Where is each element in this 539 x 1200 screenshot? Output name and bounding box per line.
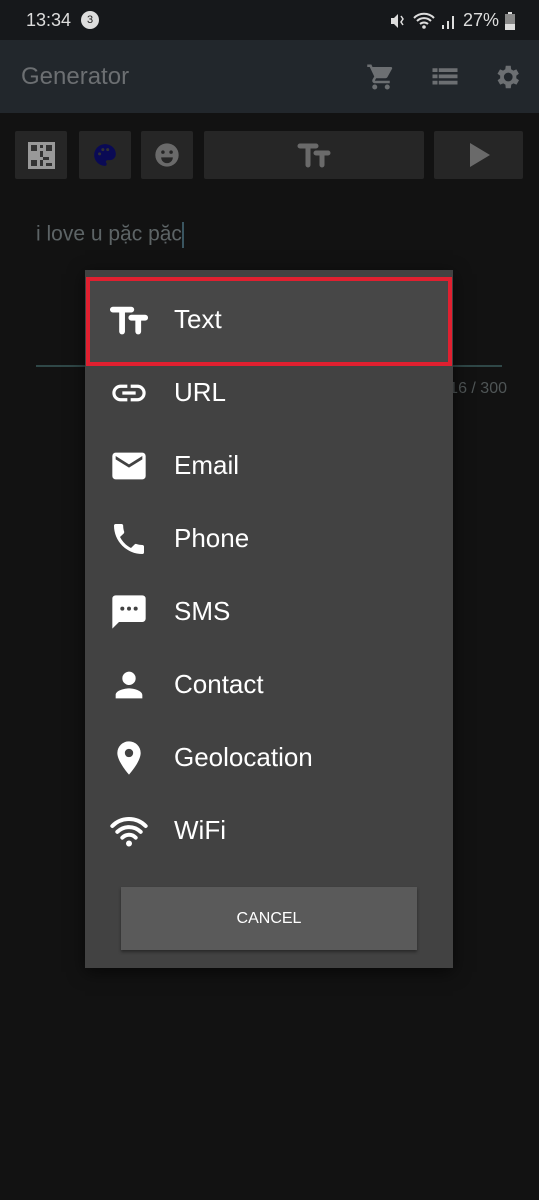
- toolbar: [0, 131, 539, 179]
- menu-item-label: Contact: [174, 669, 264, 699]
- menu-item-sms[interactable]: SMS: [85, 575, 453, 648]
- text-format-icon: [109, 300, 149, 340]
- menu-item-label: Text: [174, 304, 222, 334]
- wifi-status-icon: [413, 12, 435, 29]
- battery-icon: [505, 11, 515, 30]
- app-title: Generator: [21, 63, 130, 90]
- menu-item-label: URL: [174, 377, 227, 407]
- text-input[interactable]: i love u pặc pặc: [36, 222, 184, 248]
- cancel-button[interactable]: CANCEL: [121, 887, 417, 950]
- char-counter: 16 / 300: [449, 380, 507, 397]
- wifi-icon: [109, 811, 149, 851]
- menu-item-url[interactable]: URL: [85, 356, 453, 429]
- color-button[interactable]: [79, 131, 131, 179]
- person-icon: [109, 665, 149, 705]
- list-icon[interactable]: [430, 62, 460, 92]
- status-time: 13:34: [26, 10, 72, 30]
- menu-item-label: Phone: [174, 523, 250, 553]
- sms-icon: [109, 592, 149, 632]
- menu-item-text[interactable]: Text: [85, 283, 453, 356]
- menu-item-label: Geolocation: [174, 742, 313, 772]
- text-format-icon: [297, 143, 331, 168]
- menu-item-phone[interactable]: Phone: [85, 502, 453, 575]
- location-pin-icon: [109, 738, 149, 778]
- menu-item-label: WiFi: [174, 815, 226, 845]
- mute-icon: [390, 13, 404, 28]
- app-bar: Generator: [0, 40, 539, 113]
- menu-item-label: Email: [174, 450, 240, 480]
- text-cursor: [181, 222, 184, 248]
- palette-icon: [94, 144, 116, 166]
- link-icon: [109, 373, 149, 413]
- menu-item-label: SMS: [174, 596, 231, 626]
- qr-code-icon: [27, 141, 55, 169]
- menu-item-email[interactable]: Email: [85, 429, 453, 502]
- play-icon: [469, 143, 490, 167]
- notification-badge: 3: [81, 11, 99, 29]
- qr-code-button[interactable]: [15, 131, 67, 179]
- type-select-button[interactable]: [204, 131, 424, 179]
- email-icon: [109, 446, 149, 486]
- emoji-icon: [155, 143, 179, 167]
- battery-percent: 27%: [462, 10, 499, 30]
- menu-item-contact[interactable]: Contact: [85, 648, 453, 721]
- generate-button[interactable]: [434, 131, 523, 179]
- type-picker-dialog: Text URL Email Phone SMS Contact Geoloca…: [85, 270, 453, 968]
- cart-icon[interactable]: [366, 62, 396, 92]
- emoji-button[interactable]: [141, 131, 193, 179]
- text-input-value: i love u pặc pặc: [36, 222, 182, 246]
- status-bar: 13:34 3 27%: [0, 0, 539, 40]
- phone-icon: [109, 519, 149, 559]
- menu-item-geolocation[interactable]: Geolocation: [85, 721, 453, 794]
- menu-item-wifi[interactable]: WiFi: [85, 794, 453, 867]
- signal-icon: [441, 15, 454, 29]
- gear-icon[interactable]: [492, 62, 522, 92]
